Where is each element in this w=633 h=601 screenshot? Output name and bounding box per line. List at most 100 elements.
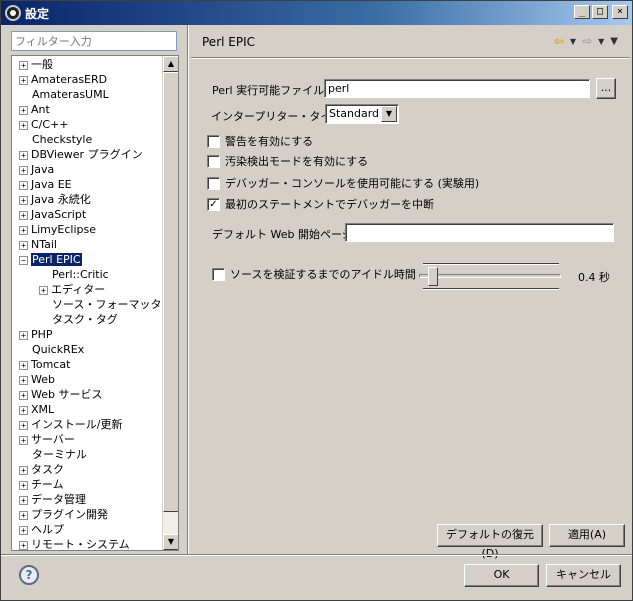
- tree-item[interactable]: + データ管理: [19, 492, 86, 507]
- expand-icon[interactable]: +: [19, 360, 28, 370]
- expand-icon[interactable]: +: [19, 165, 28, 175]
- tree-item[interactable]: ターミナル: [19, 447, 87, 462]
- idle-check-row[interactable]: ソースを検証するまでのアイドル時間: [212, 268, 416, 284]
- tree-item[interactable]: AmaterasUML: [19, 87, 109, 102]
- minimize-icon[interactable]: _: [574, 5, 590, 19]
- expand-icon[interactable]: +: [19, 465, 28, 475]
- tree-item[interactable]: + JavaScript: [19, 207, 86, 222]
- forward-dropdown-icon[interactable]: ▼: [598, 37, 604, 46]
- apply-button[interactable]: 適用(A): [549, 524, 625, 547]
- perl-exe-field[interactable]: perl: [324, 79, 590, 98]
- expand-icon[interactable]: +: [19, 60, 28, 70]
- tree-item[interactable]: + XML: [19, 402, 54, 417]
- option-checkbox[interactable]: [207, 177, 220, 190]
- maximize-icon[interactable]: □: [592, 5, 608, 19]
- browse-button[interactable]: ...: [596, 78, 616, 99]
- expand-icon[interactable]: +: [19, 240, 28, 250]
- expand-icon[interactable]: +: [19, 540, 28, 550]
- expand-icon[interactable]: +: [19, 180, 28, 190]
- scroll-down-icon[interactable]: ▼: [163, 534, 178, 550]
- view-menu-icon[interactable]: ▼: [610, 36, 618, 47]
- tree-item[interactable]: Perl::Critic: [39, 267, 109, 282]
- ok-button[interactable]: OK: [464, 564, 539, 587]
- option-check-row[interactable]: 警告を有効にする: [207, 135, 507, 151]
- interpreter-value: Standard: [329, 107, 380, 120]
- expand-icon[interactable]: +: [19, 120, 28, 130]
- tree-item[interactable]: + Web: [19, 372, 55, 387]
- tree-item[interactable]: + Java EE: [19, 177, 72, 192]
- tree-item[interactable]: + タスク: [19, 462, 64, 477]
- tree-item[interactable]: − Perl EPIC: [19, 252, 82, 267]
- scroll-up-icon[interactable]: ▲: [163, 56, 178, 72]
- forward-arrow-icon[interactable]: ⇨: [582, 34, 592, 48]
- cancel-button[interactable]: キャンセル: [546, 564, 621, 587]
- expand-icon[interactable]: +: [39, 285, 48, 295]
- expand-icon[interactable]: +: [19, 105, 28, 115]
- tree-item[interactable]: + インストール/更新: [19, 417, 123, 432]
- expand-icon[interactable]: +: [19, 195, 28, 205]
- tree-item[interactable]: + 一般: [19, 57, 53, 72]
- restore-defaults-button[interactable]: デフォルトの復元(D): [437, 524, 543, 560]
- tree-item[interactable]: + LimyEclipse: [19, 222, 96, 237]
- tree-item[interactable]: + Ant: [19, 102, 50, 117]
- expand-icon[interactable]: +: [19, 420, 28, 430]
- idle-checkbox[interactable]: [212, 268, 225, 281]
- expand-icon[interactable]: +: [19, 510, 28, 520]
- option-checkbox[interactable]: [207, 155, 220, 168]
- option-check-row[interactable]: デバッガー・コンソールを使用可能にする (実験用): [207, 177, 507, 193]
- expand-icon[interactable]: +: [19, 225, 28, 235]
- tree-item[interactable]: + サーバー: [19, 432, 75, 447]
- tree-item[interactable]: ソース・フォーマッター: [39, 297, 172, 312]
- tree-item-label: インストール/更新: [31, 418, 123, 431]
- tree-item[interactable]: + チーム: [19, 477, 64, 492]
- tree-item[interactable]: + C/C++: [19, 117, 69, 132]
- tree-item[interactable]: + エディター: [39, 282, 105, 297]
- filter-input[interactable]: [11, 31, 177, 51]
- expand-icon[interactable]: +: [19, 390, 28, 400]
- tree-item[interactable]: タスク・タグ: [39, 312, 118, 327]
- tree-item[interactable]: + NTail: [19, 237, 57, 252]
- expand-icon[interactable]: +: [19, 525, 28, 535]
- tree-item[interactable]: + プラグイン開発: [19, 507, 108, 522]
- chevron-down-icon[interactable]: ▼: [381, 106, 397, 122]
- option-check-row[interactable]: 汚染検出モードを有効にする: [207, 155, 507, 171]
- pane-divider[interactable]: [187, 25, 189, 555]
- web-start-field[interactable]: [345, 223, 614, 242]
- tree-item[interactable]: + AmaterasERD: [19, 72, 107, 87]
- back-dropdown-icon[interactable]: ▼: [570, 37, 576, 46]
- scroll-thumb[interactable]: [163, 72, 178, 512]
- help-icon[interactable]: ?: [19, 565, 39, 585]
- tree-scrollbar[interactable]: ▲ ▼: [162, 56, 178, 550]
- tree-item[interactable]: QuickREx: [19, 342, 84, 357]
- expand-icon[interactable]: +: [19, 405, 28, 415]
- expand-icon[interactable]: +: [19, 480, 28, 490]
- expand-icon[interactable]: +: [19, 210, 28, 220]
- back-arrow-icon[interactable]: ⇦: [554, 34, 564, 48]
- expand-icon[interactable]: +: [19, 495, 28, 505]
- interpreter-select[interactable]: Standard ▼: [325, 104, 399, 124]
- tree-item[interactable]: + リモート・システム: [19, 537, 130, 550]
- collapse-icon[interactable]: −: [19, 255, 28, 265]
- option-checkbox[interactable]: ✓: [207, 198, 220, 211]
- close-icon[interactable]: ×: [612, 5, 628, 19]
- idle-slider-track[interactable]: [419, 274, 561, 278]
- option-checkbox[interactable]: [207, 135, 220, 148]
- option-check-row[interactable]: ✓ 最初のステートメントでデバッガーを中断: [207, 198, 507, 214]
- tree-item[interactable]: + Tomcat: [19, 357, 70, 372]
- preference-tree[interactable]: + リモート・システム + ヘルプ + プラグイン開発 + データ管理 + チーム + タスク ターミナ…: [11, 55, 179, 551]
- page-title: Perl EPIC: [202, 35, 256, 49]
- tree-item[interactable]: + DBViewer プラグイン: [19, 147, 143, 162]
- expand-icon[interactable]: +: [19, 435, 28, 445]
- idle-slider-thumb[interactable]: [428, 267, 439, 286]
- tree-item[interactable]: + Java 永続化: [19, 192, 91, 207]
- expand-icon[interactable]: +: [19, 150, 28, 160]
- tree-item[interactable]: + PHP: [19, 327, 53, 342]
- tree-item[interactable]: + ヘルプ: [19, 522, 64, 537]
- expand-icon[interactable]: +: [19, 75, 28, 85]
- tree-item[interactable]: + Web サービス: [19, 387, 102, 402]
- expand-icon[interactable]: +: [19, 375, 28, 385]
- expand-icon[interactable]: +: [19, 330, 28, 340]
- tree-item[interactable]: Checkstyle: [19, 132, 92, 147]
- tree-item-label: タスク・タグ: [52, 313, 118, 326]
- tree-item[interactable]: + Java: [19, 162, 54, 177]
